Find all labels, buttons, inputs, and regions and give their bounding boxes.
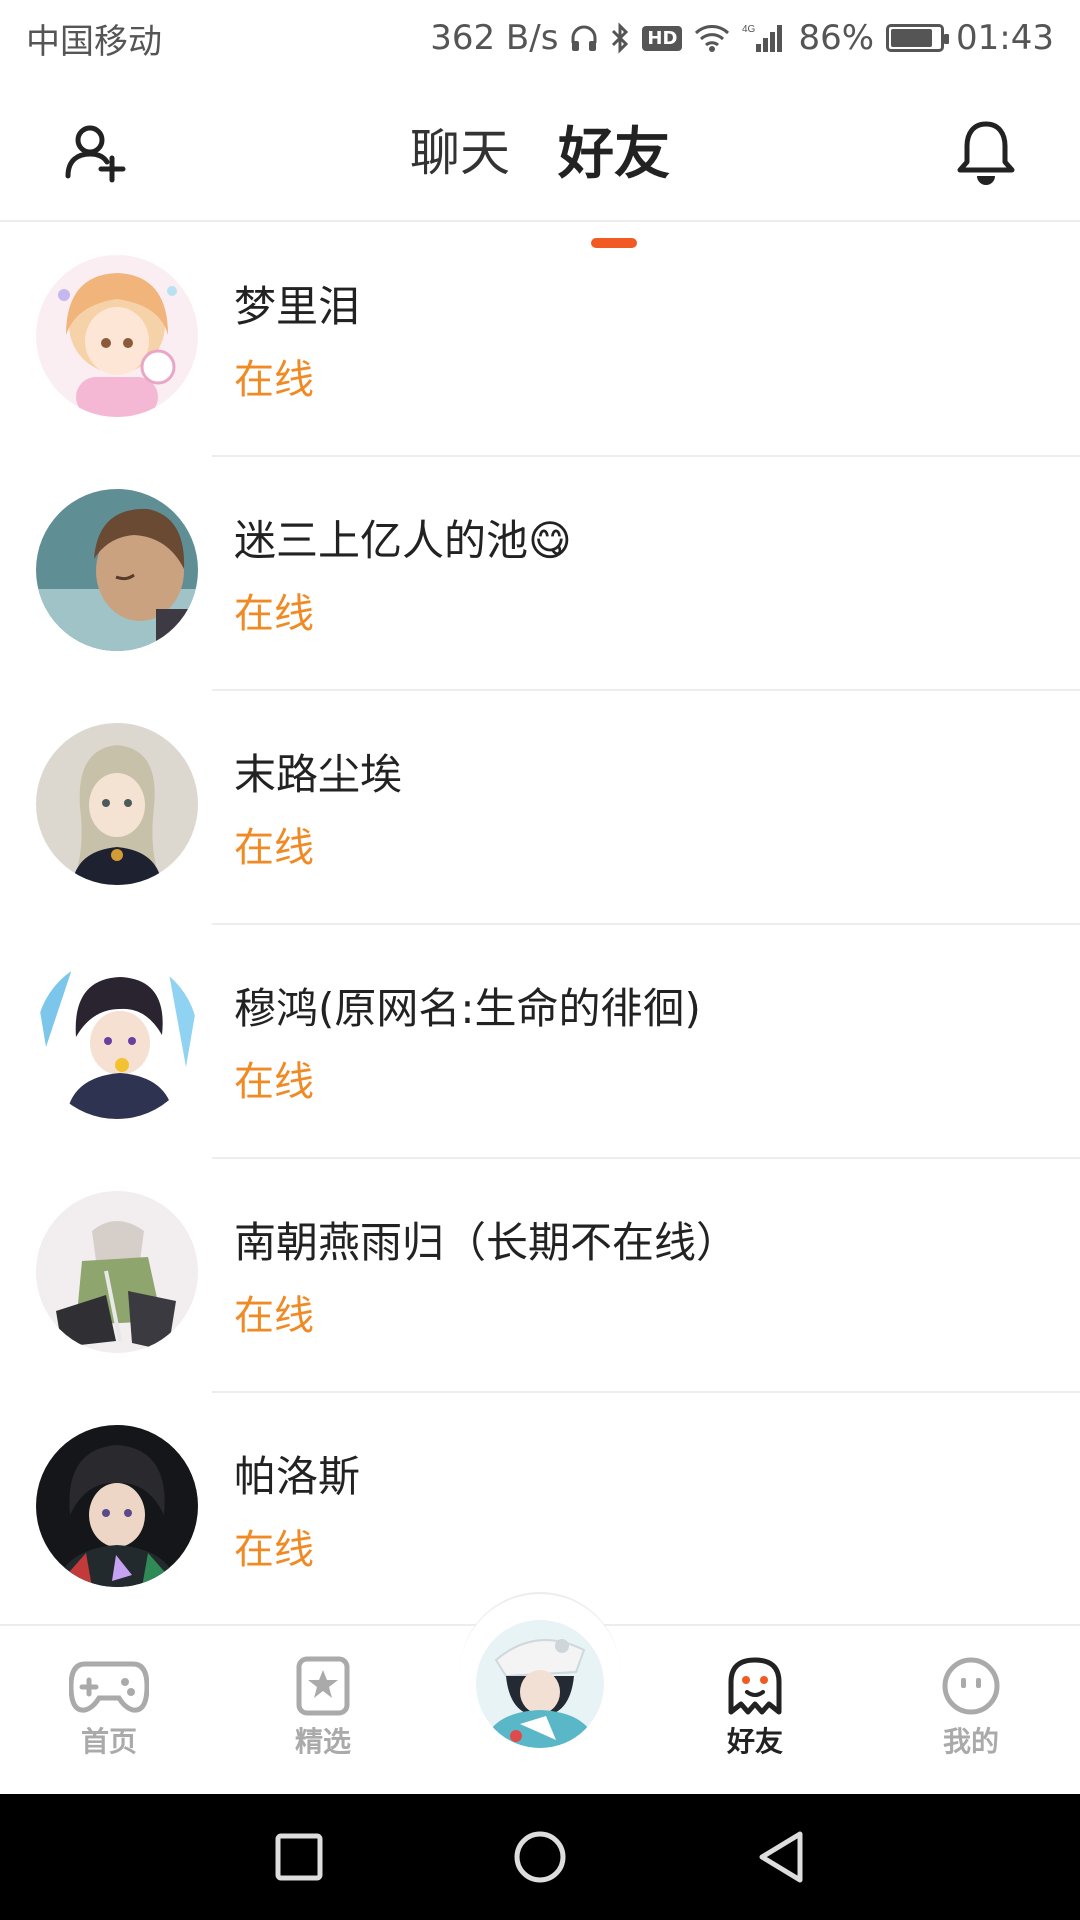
nav-featured-label: 精选 [294,1725,351,1758]
friend-name: 梦里泪 [234,282,361,331]
star-bookmark-icon [296,1656,350,1716]
notifications-button[interactable] [950,114,1022,190]
center-avatar [476,1620,604,1748]
center-avatar-button[interactable] [476,1620,604,1748]
wifi-icon [694,24,730,52]
friend-name: 末路尘埃 [234,750,403,799]
square-icon [275,1833,323,1881]
avatar [36,1425,198,1587]
nav-friends[interactable]: 好友 [680,1656,830,1776]
tab-chat[interactable]: 聊天 [410,113,510,185]
online-status: 在线 [234,1293,314,1339]
nav-friends-text: 好友 [726,1725,783,1758]
online-status: 在线 [234,1059,314,1105]
battery-percent: 86% [798,18,875,58]
friend-item[interactable]: 梦里泪 在线 [0,223,1080,457]
nav-me[interactable]: 我的 [896,1656,1046,1776]
online-status: 在线 [234,825,314,871]
status-indicators: 362 B/s HD 4G 86% 01:43 [430,18,1054,58]
nav-me-label: 我的 [942,1725,999,1758]
add-user-icon [65,125,126,183]
net-speed: 362 B/s [430,18,559,58]
smiley-face-icon [942,1657,1000,1715]
home-button[interactable] [507,1824,573,1890]
friend-name: 南朝燕雨归（长期不在线） [234,1218,739,1267]
battery-icon [886,24,950,52]
nav-home[interactable]: 首页 [34,1656,184,1776]
tab-friends[interactable]: 好友 [558,109,670,248]
nav-friends-label: 好友 [724,1720,785,1766]
status-bar: 中国移动 362 B/s HD 4G 86% 01:43 [0,0,1080,76]
online-status: 在线 [234,591,314,637]
back-triangle-icon [759,1831,803,1883]
friend-item[interactable]: 穆鸿(原网名:生命的徘徊) 在线 [0,925,1080,1159]
friend-name: 穆鸿(原网名:生命的徘徊) [234,984,701,1033]
carrier-name: 中国移动 [26,21,162,62]
bluetooth-icon [610,22,630,54]
friend-list: 梦里泪 在线 迷三上亿人的池😋 在线 末路尘埃 在线 穆鸿(原网名:生命的徘徊)… [0,223,1080,1627]
network-type: 4G [742,24,756,35]
clock: 01:43 [956,18,1054,58]
tab-friends-label: 好友 [558,121,670,187]
bell-icon [957,121,1015,185]
circle-icon [514,1831,566,1883]
nav-home-label: 首页 [80,1725,137,1758]
headphones-icon [570,23,598,53]
nav-featured[interactable]: 精选 [248,1656,398,1776]
online-status: 在线 [234,1527,314,1573]
signal-icon: 4G [742,22,786,54]
hd-badge: HD [642,25,683,51]
avatar [36,723,198,885]
ghost-icon [728,1657,782,1715]
avatar [36,1191,198,1353]
friend-item[interactable]: 迷三上亿人的池😋 在线 [0,457,1080,691]
avatar [36,957,198,1119]
online-status: 在线 [234,357,314,403]
back-button[interactable] [748,1824,814,1890]
recents-button[interactable] [266,1824,332,1890]
bottom-nav: 首页 精选 好友 我的 [0,1592,1080,1794]
system-nav-bar [0,1794,1080,1920]
friend-name: 帕洛斯 [234,1452,361,1501]
top-nav: 聊天 好友 [0,76,1080,248]
top-tabs: 聊天 好友 [0,76,1080,248]
avatar [36,255,198,417]
add-friend-button[interactable] [60,116,132,188]
gamepad-icon [69,1661,149,1713]
friend-item[interactable]: 末路尘埃 在线 [0,691,1080,925]
avatar [36,489,198,651]
friend-item[interactable]: 南朝燕雨归（长期不在线） 在线 [0,1159,1080,1393]
friend-name: 迷三上亿人的池😋 [234,516,572,565]
